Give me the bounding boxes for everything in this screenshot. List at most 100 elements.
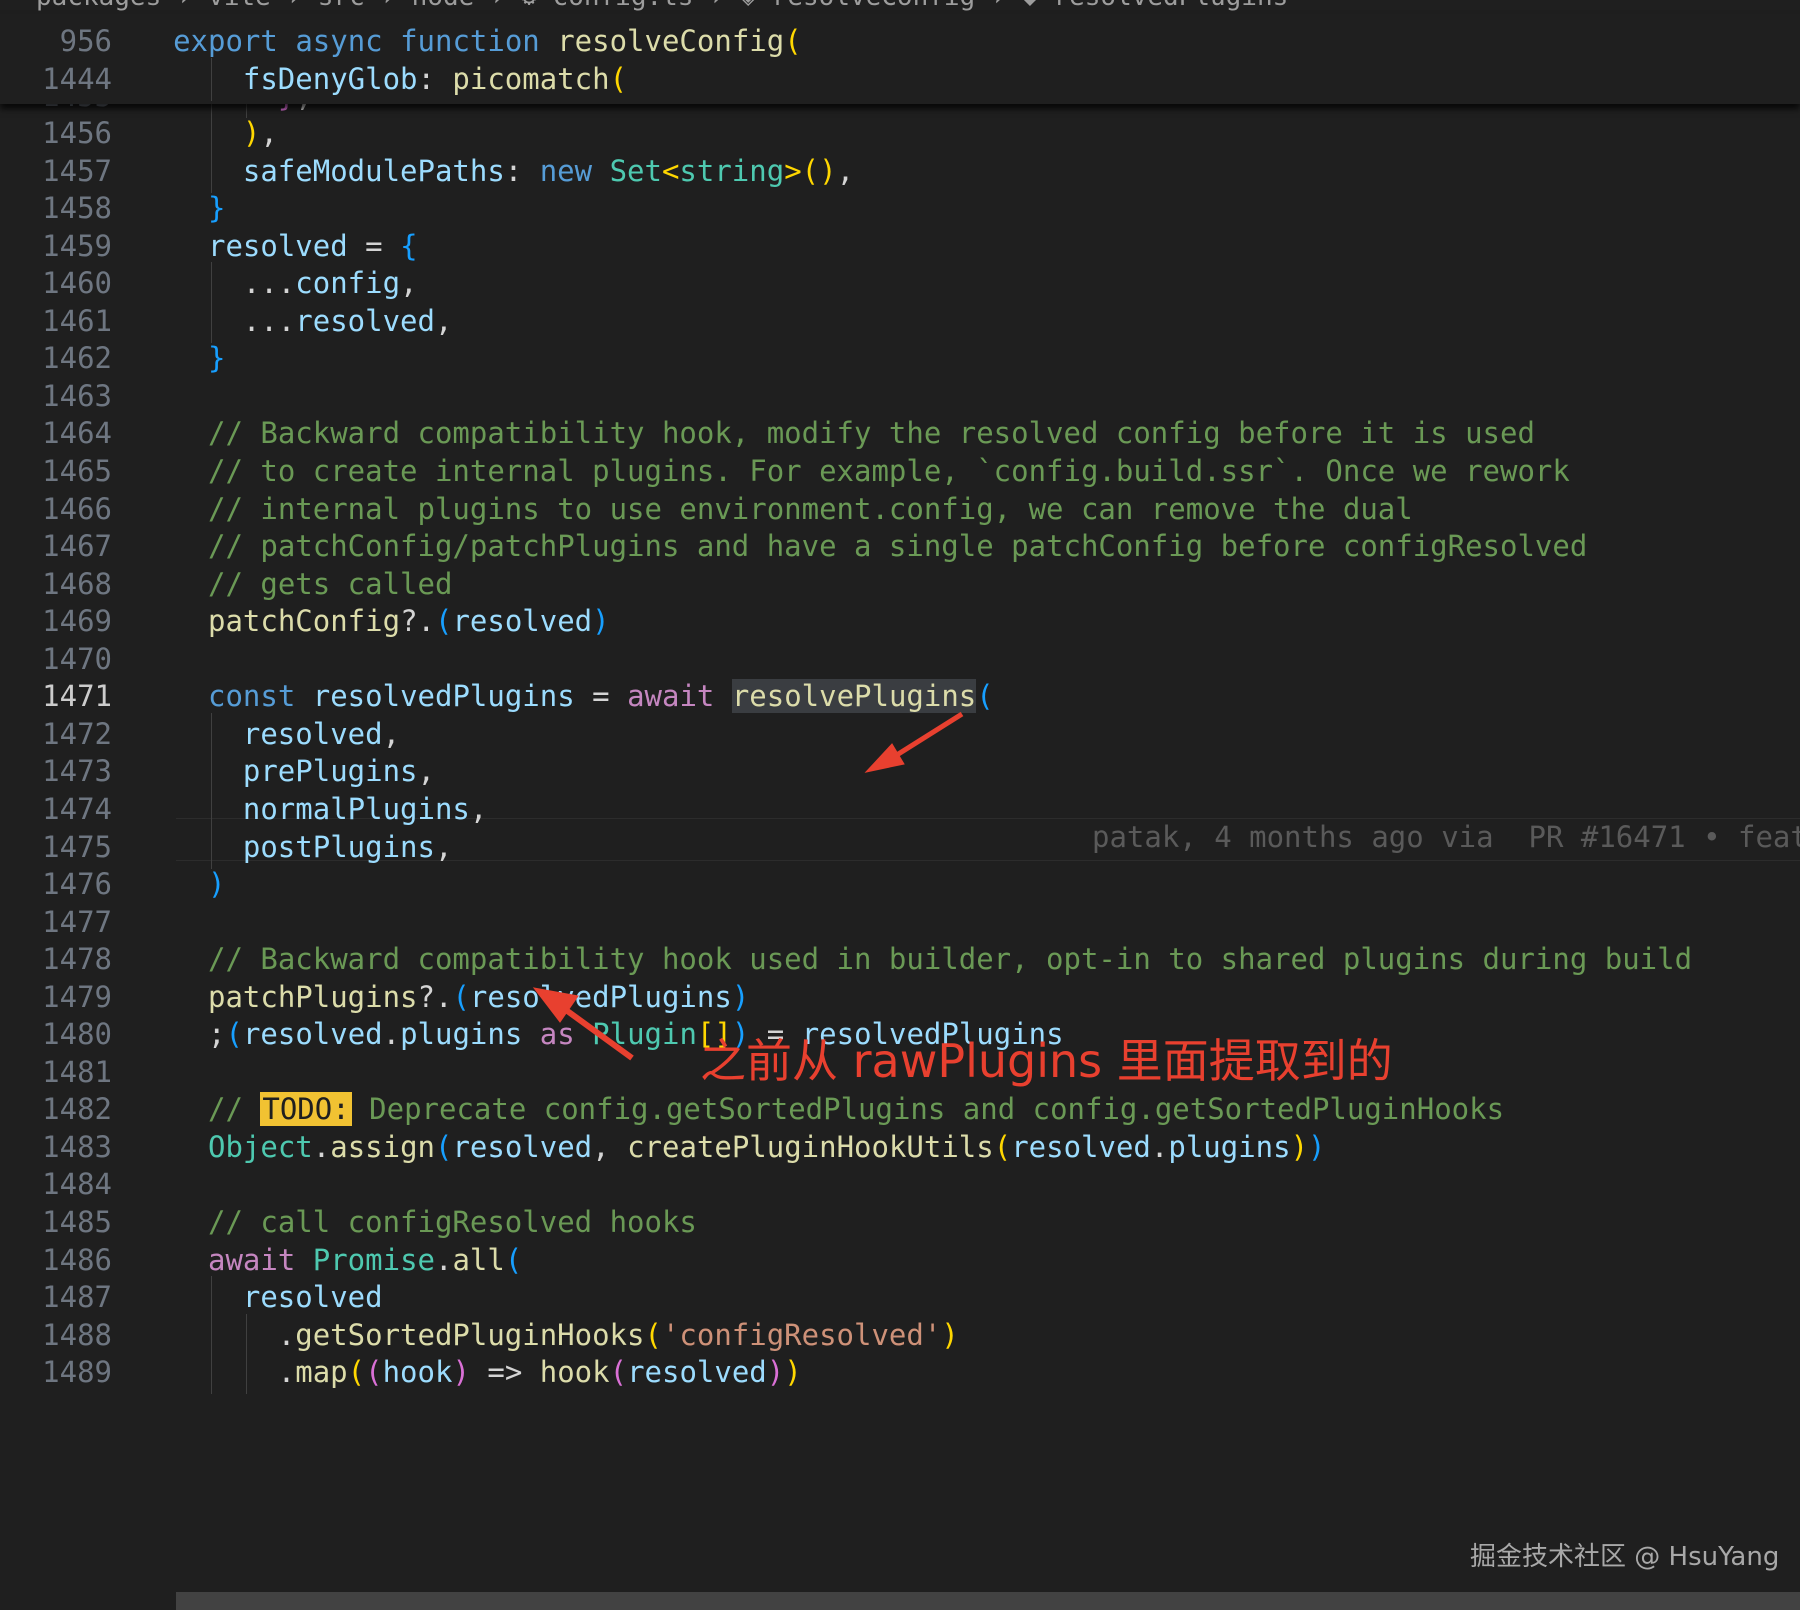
line-number[interactable]: 1466 — [2, 488, 112, 531]
line-number[interactable]: 1463 — [2, 375, 112, 418]
code-text[interactable]: await Promise.all( — [208, 1239, 522, 1282]
code-text[interactable]: .getSortedPluginHooks('configResolved') — [278, 1314, 959, 1357]
line-number[interactable]: 1487 — [2, 1276, 112, 1319]
code-text[interactable]: prePlugins, — [243, 750, 435, 793]
code-line[interactable]: 1479 patchPlugins?.(resolvedPlugins) — [0, 976, 1800, 1019]
line-number[interactable]: 1488 — [2, 1314, 112, 1357]
horizontal-scrollbar[interactable] — [176, 1592, 1800, 1610]
code-line[interactable]: 1466 // internal plugins to use environme… — [0, 488, 1800, 531]
line-number[interactable]: 1486 — [2, 1239, 112, 1282]
code-text[interactable]: } — [208, 337, 225, 380]
code-text[interactable]: normalPlugins, — [243, 788, 487, 831]
code-text[interactable]: // to create internal plugins. For examp… — [208, 450, 1570, 493]
code-text[interactable]: const resolvedPlugins = await resolvePlu… — [208, 675, 994, 718]
code-text[interactable]: // Backward compatibility hook used in b… — [208, 938, 1692, 981]
code-text[interactable]: resolved — [243, 1276, 383, 1319]
code-text[interactable]: // TODO: Deprecate config.getSortedPlugi… — [208, 1088, 1504, 1131]
code-line[interactable]: 1471 const resolvedPlugins = await resolv… — [0, 675, 1800, 718]
line-number[interactable]: 1478 — [2, 938, 112, 981]
line-number[interactable]: 1464 — [2, 412, 112, 455]
code-line[interactable]: 1489 .map((hook) => hook(resolved)) — [0, 1351, 1800, 1395]
code-line[interactable]: 1465 // to create internal plugins. For e… — [0, 450, 1800, 493]
line-number[interactable]: 1461 — [2, 300, 112, 343]
line-number[interactable]: 1480 — [2, 1013, 112, 1056]
line-number[interactable]: 1481 — [2, 1051, 112, 1094]
code-text[interactable]: fsDenyGlob: picomatch( — [243, 58, 627, 101]
code-line[interactable]: 1456), — [0, 112, 1800, 156]
code-line[interactable]: 1469 patchConfig?.(resolved) — [0, 600, 1800, 643]
code-line[interactable]: 1464 // Backward compatibility hook, modi… — [0, 412, 1800, 455]
line-number[interactable]: 1460 — [2, 262, 112, 305]
code-text[interactable]: Object.assign(resolved, createPluginHook… — [208, 1126, 1326, 1169]
line-number[interactable]: 1459 — [2, 225, 112, 268]
sticky-scroll-header[interactable]: 956 export async function resolveConfig(1… — [0, 14, 1800, 104]
code-text[interactable]: safeModulePaths: new Set<string>(), — [243, 150, 854, 193]
line-number[interactable]: 1470 — [2, 638, 112, 681]
code-line[interactable]: 1473 prePlugins, — [0, 750, 1800, 794]
line-number[interactable]: 1465 — [2, 450, 112, 493]
code-text[interactable]: .map((hook) => hook(resolved)) — [278, 1351, 802, 1394]
line-number[interactable]: 1469 — [2, 600, 112, 643]
code-line[interactable]: 1444 fsDenyGlob: picomatch( — [0, 57, 1800, 101]
code-text[interactable]: } — [208, 187, 225, 230]
code-text[interactable]: // call configResolved hooks — [208, 1201, 697, 1244]
code-line[interactable]: 1458} — [0, 187, 1800, 230]
code-line[interactable]: 1486 await Promise.all( — [0, 1239, 1800, 1282]
code-text[interactable]: // internal plugins to use environment.c… — [208, 488, 1413, 531]
code-line[interactable]: 1472 resolved, — [0, 712, 1800, 756]
line-number[interactable]: 1484 — [2, 1163, 112, 1206]
code-line[interactable]: 1487 resolved — [0, 1276, 1800, 1320]
line-number[interactable]: 1473 — [2, 750, 112, 793]
code-token: resolvePlugins — [731, 679, 977, 714]
line-number[interactable]: 1462 — [2, 337, 112, 380]
code-line[interactable]: 1476) — [0, 863, 1800, 906]
code-line[interactable]: 1467 // patchConfig/patchPlugins and have… — [0, 525, 1800, 568]
code-line[interactable]: 1461 ...resolved, — [0, 299, 1800, 343]
code-line[interactable]: 1470 — [0, 638, 1800, 681]
code-text[interactable]: // Backward compatibility hook, modify t… — [208, 412, 1535, 455]
code-line[interactable]: 1463 — [0, 375, 1800, 418]
code-text[interactable]: // patchConfig/patchPlugins and have a s… — [208, 525, 1587, 568]
line-number[interactable]: 1471 — [2, 675, 112, 718]
code-text[interactable]: ...config, — [243, 262, 418, 305]
code-line[interactable]: 1457 safeModulePaths: new Set<string>(), — [0, 149, 1800, 193]
line-number[interactable]: 1483 — [2, 1126, 112, 1169]
code-line[interactable]: 1484 — [0, 1163, 1800, 1206]
code-line[interactable]: 1468 // gets called — [0, 563, 1800, 606]
line-number[interactable]: 1457 — [2, 150, 112, 193]
code-editor[interactable]: 1454dot: true,1455},1456),1457safeModule… — [0, 0, 1800, 1610]
line-number[interactable]: 1472 — [2, 713, 112, 756]
code-line[interactable]: 1482 // TODO: Deprecate config.getSortedP… — [0, 1088, 1800, 1131]
code-text[interactable]: ...resolved, — [243, 300, 453, 343]
code-text[interactable]: patchPlugins?.(resolvedPlugins) — [208, 976, 749, 1019]
code-text[interactable]: resolved = { — [208, 225, 418, 268]
code-text[interactable]: // gets called — [208, 563, 452, 606]
code-line[interactable]: 1477 — [0, 901, 1800, 944]
line-number[interactable]: 1468 — [2, 563, 112, 606]
code-line[interactable]: 1483 Object.assign(resolved, createPlugin… — [0, 1126, 1800, 1169]
line-number[interactable]: 1467 — [2, 525, 112, 568]
line-number[interactable]: 1476 — [2, 863, 112, 906]
line-number[interactable]: 1456 — [2, 112, 112, 155]
line-number[interactable]: 1489 — [2, 1351, 112, 1394]
line-number[interactable]: 1482 — [2, 1088, 112, 1131]
code-line[interactable]: 1488 .getSortedPluginHooks('configResolve… — [0, 1313, 1800, 1357]
code-text[interactable]: ) — [208, 863, 225, 906]
code-line[interactable]: 1460 ...config, — [0, 262, 1800, 306]
code-text[interactable]: patchConfig?.(resolved) — [208, 600, 610, 643]
code-text[interactable]: postPlugins, — [243, 826, 453, 869]
git-blame-inline[interactable]: patak, 4 months ago via PR #16471 • feat — [1092, 816, 1800, 859]
code-text[interactable]: ), — [243, 112, 278, 155]
code-line[interactable]: 1462} — [0, 337, 1800, 380]
code-text[interactable]: resolved, — [243, 713, 400, 756]
code-line[interactable]: 1459 resolved = { — [0, 225, 1800, 268]
line-number[interactable]: 1458 — [2, 187, 112, 230]
line-number[interactable]: 1479 — [2, 976, 112, 1019]
code-line[interactable]: 1485 // call configResolved hooks — [0, 1201, 1800, 1244]
code-line[interactable]: 1478 // Backward compatibility hook used … — [0, 938, 1800, 981]
line-number[interactable]: 1474 — [2, 788, 112, 831]
line-number[interactable]: 1485 — [2, 1201, 112, 1244]
line-number[interactable]: 1444 — [2, 58, 112, 101]
line-number[interactable]: 1475 — [2, 826, 112, 869]
line-number[interactable]: 1477 — [2, 901, 112, 944]
